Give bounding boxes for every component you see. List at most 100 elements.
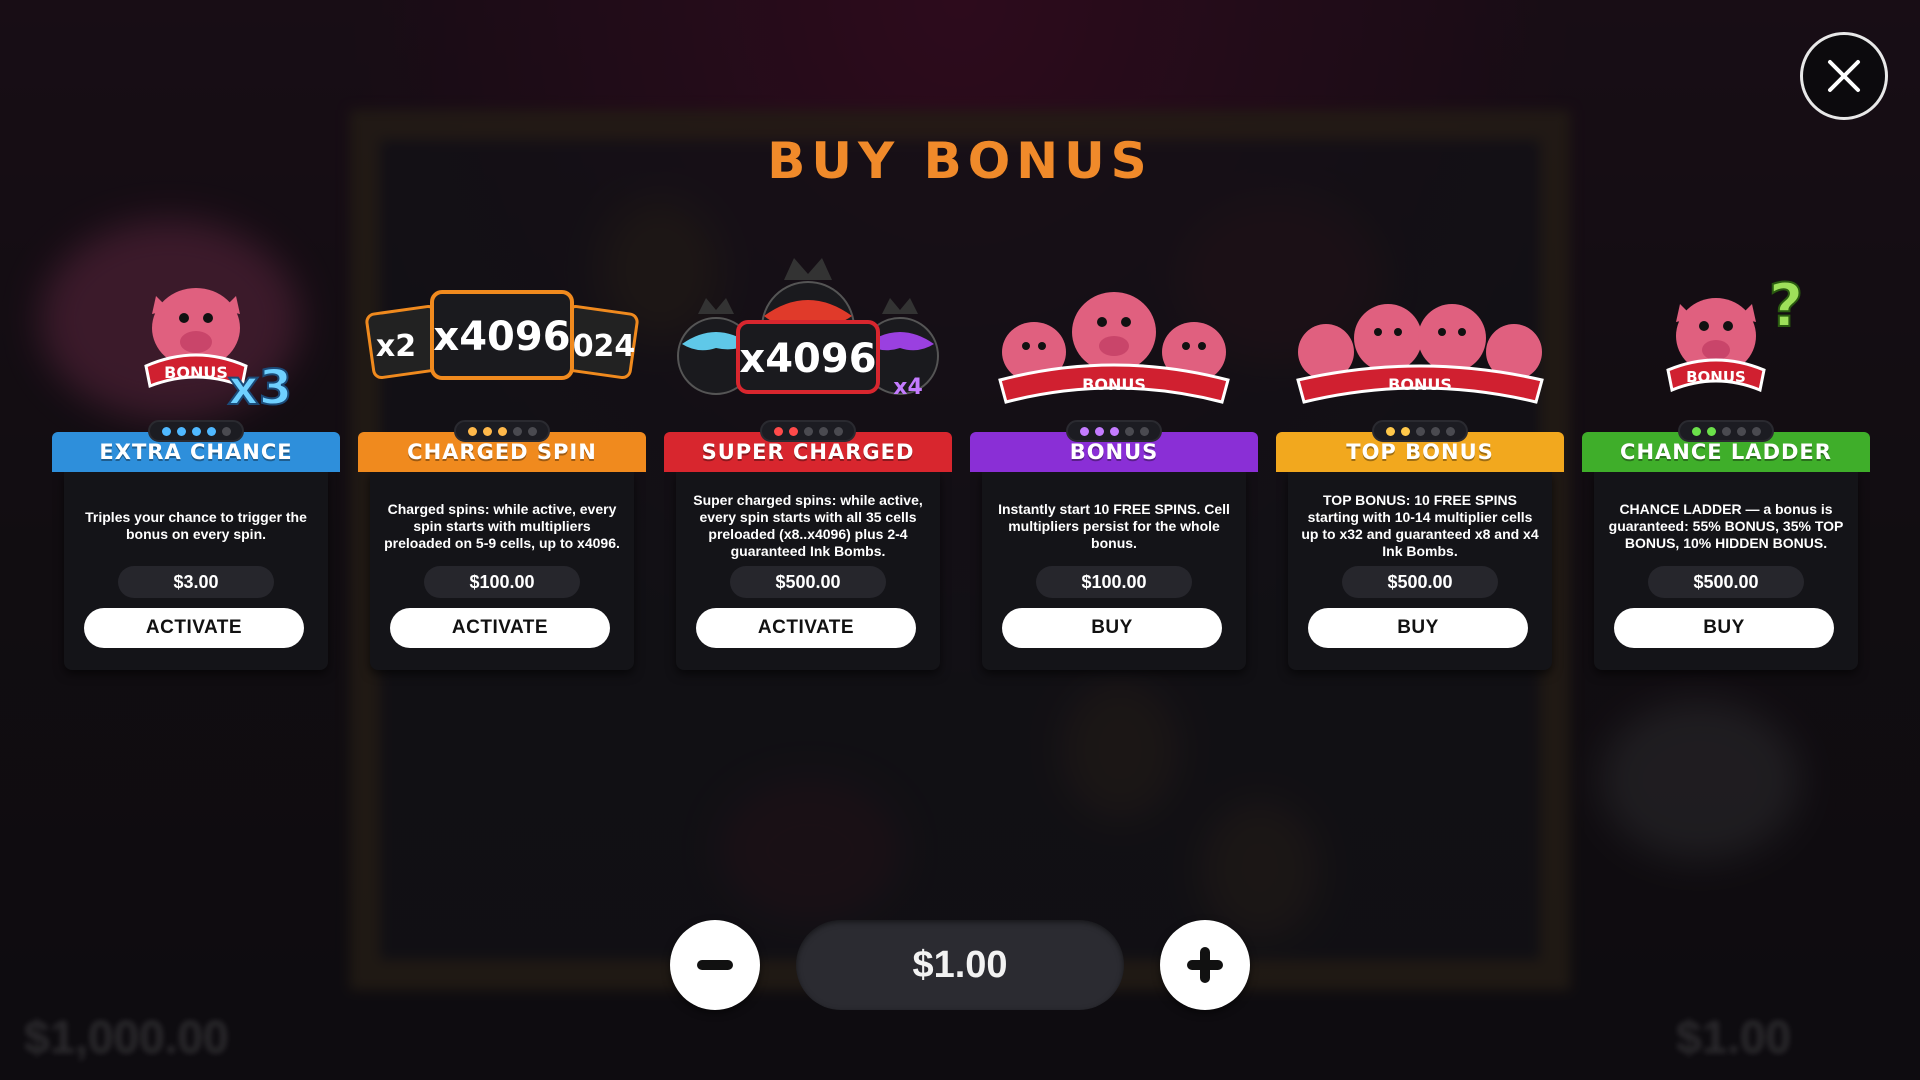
dot — [1079, 426, 1089, 436]
dot — [1400, 426, 1410, 436]
top-bonus-art: BONUS — [1276, 240, 1564, 430]
bonus-card-top-bonus: BONUS TOP BONUS TOP BONUS: 10 FREE SPINS… — [1276, 240, 1564, 670]
bonus-level-dots — [148, 420, 244, 442]
close-button[interactable] — [1800, 32, 1888, 120]
card-description: Charged spins: while active, every spin … — [384, 500, 620, 551]
buy-button[interactable]: BUY — [1002, 608, 1222, 648]
close-icon — [1828, 60, 1860, 92]
bonus-level-dots — [760, 420, 856, 442]
four-pigs-icon: BONUS — [1296, 304, 1544, 404]
multiplier-tiles-icon: x2 024 x4096 — [365, 290, 639, 380]
card-description: Instantly start 10 FREE SPINS. Cell mult… — [998, 500, 1230, 551]
increase-bet-button[interactable] — [1160, 920, 1250, 1010]
chance-ladder-art: BONUS ? — [1582, 240, 1870, 430]
card-body: Triples your chance to trigger the bonus… — [64, 472, 328, 670]
dot — [833, 426, 843, 436]
card-price: $500.00 — [1648, 566, 1804, 598]
dot — [788, 426, 798, 436]
dot — [803, 426, 813, 436]
card-body: TOP BONUS: 10 FREE SPINS starting with 1… — [1288, 472, 1552, 670]
card-description: CHANCE LADDER — a bonus is guaranteed: 5… — [1608, 500, 1844, 551]
background-balance: $1,000.00 — [24, 1011, 229, 1063]
bonus-art: BONUS — [970, 240, 1258, 430]
bonus-level-dots — [1066, 420, 1162, 442]
card-price: $500.00 — [1342, 566, 1498, 598]
card-price: $500.00 — [730, 566, 886, 598]
dot — [1139, 426, 1149, 436]
charged-spin-art: x2 024 x4096 — [358, 240, 646, 430]
card-description: TOP BONUS: 10 FREE SPINS starting with 1… — [1301, 492, 1539, 559]
card-description: Super charged spins: while active, every… — [693, 492, 923, 559]
bonus-card-chance-ladder: BONUS ? CHANCE LADDER CHANCE LADDER — a … — [1582, 240, 1870, 670]
svg-text:BONUS: BONUS — [1082, 375, 1146, 394]
dot — [221, 426, 231, 436]
dot — [773, 426, 783, 436]
charged-spin-right-tile: 024 — [573, 329, 636, 364]
card-body: CHANCE LADDER — a bonus is guaranteed: 5… — [1594, 472, 1858, 670]
activate-button[interactable]: ACTIVATE — [696, 608, 916, 648]
charged-spin-multiplier: x4096 — [433, 314, 570, 360]
dot — [1445, 426, 1455, 436]
buy-button[interactable]: BUY — [1614, 608, 1834, 648]
three-pigs-icon: BONUS — [998, 292, 1230, 404]
super-charged-art: x4 x4096 — [664, 240, 952, 430]
dot — [191, 426, 201, 436]
dot — [497, 426, 507, 436]
extra-chance-art: BONUS x3 — [52, 240, 340, 430]
dot — [1706, 426, 1716, 436]
pig-question-icon: BONUS ? — [1666, 270, 1804, 393]
bonus-level-dots — [1372, 420, 1468, 442]
bet-amount: $1.00 — [796, 920, 1124, 1010]
minus-icon — [697, 960, 733, 970]
dot — [1736, 426, 1746, 436]
page-title: BUY BONUS — [767, 132, 1153, 190]
bonus-card-super-charged: x4 x4096 SUPER CHARGED Super charged spi… — [664, 240, 952, 670]
activate-button[interactable]: ACTIVATE — [84, 608, 304, 648]
dot — [818, 426, 828, 436]
dot — [1385, 426, 1395, 436]
svg-text:BONUS: BONUS — [1388, 375, 1452, 394]
bonus-card-bonus: BONUS BONUS Instantly start 10 FREE SPIN… — [970, 240, 1258, 670]
svg-text:BONUS: BONUS — [1686, 368, 1746, 386]
dot — [527, 426, 537, 436]
plus-icon — [1187, 947, 1223, 983]
activate-button[interactable]: ACTIVATE — [390, 608, 610, 648]
super-charged-bomb-label: x4 — [893, 375, 923, 400]
card-body: Instantly start 10 FREE SPINS. Cell mult… — [982, 472, 1246, 670]
bonus-card-extra-chance: BONUS x3 EXTRA CHANCE Triples your chanc… — [52, 240, 340, 670]
svg-text:BONUS: BONUS — [164, 363, 228, 382]
bet-selector: $1.00 — [670, 920, 1250, 1010]
card-price: $100.00 — [1036, 566, 1192, 598]
bonus-level-dots — [1678, 420, 1774, 442]
buy-button[interactable]: BUY — [1308, 608, 1528, 648]
dot — [1721, 426, 1731, 436]
dot — [206, 426, 216, 436]
bonus-level-dots — [454, 420, 550, 442]
chance-ladder-question: ? — [1769, 271, 1804, 341]
dot — [1109, 426, 1119, 436]
dot — [482, 426, 492, 436]
dot — [176, 426, 186, 436]
dot — [1124, 426, 1134, 436]
dot — [512, 426, 522, 436]
dot — [467, 426, 477, 436]
bonus-card-charged-spin: x2 024 x4096 CHARGED SPIN Charged spins:… — [358, 240, 646, 670]
dot — [1094, 426, 1104, 436]
extra-chance-multiplier: x3 — [228, 360, 292, 416]
pig-bonus-icon: BONUS x3 — [144, 288, 293, 417]
ink-bombs-icon: x4 x4096 — [677, 258, 939, 400]
dot — [1691, 426, 1701, 436]
charged-spin-left-tile: x2 — [376, 329, 416, 364]
card-body: Charged spins: while active, every spin … — [370, 472, 634, 670]
card-body: Super charged spins: while active, every… — [676, 472, 940, 670]
dot — [1430, 426, 1440, 436]
background-bet: $1.00 — [1676, 1011, 1792, 1063]
decrease-bet-button[interactable] — [670, 920, 760, 1010]
dot — [161, 426, 171, 436]
card-description: Triples your chance to trigger the bonus… — [85, 509, 307, 542]
bonus-cards: BONUS x3 EXTRA CHANCE Triples your chanc… — [52, 240, 1870, 680]
card-price: $100.00 — [424, 566, 580, 598]
super-charged-multiplier: x4096 — [739, 336, 876, 382]
card-price: $3.00 — [118, 566, 274, 598]
dot — [1751, 426, 1761, 436]
